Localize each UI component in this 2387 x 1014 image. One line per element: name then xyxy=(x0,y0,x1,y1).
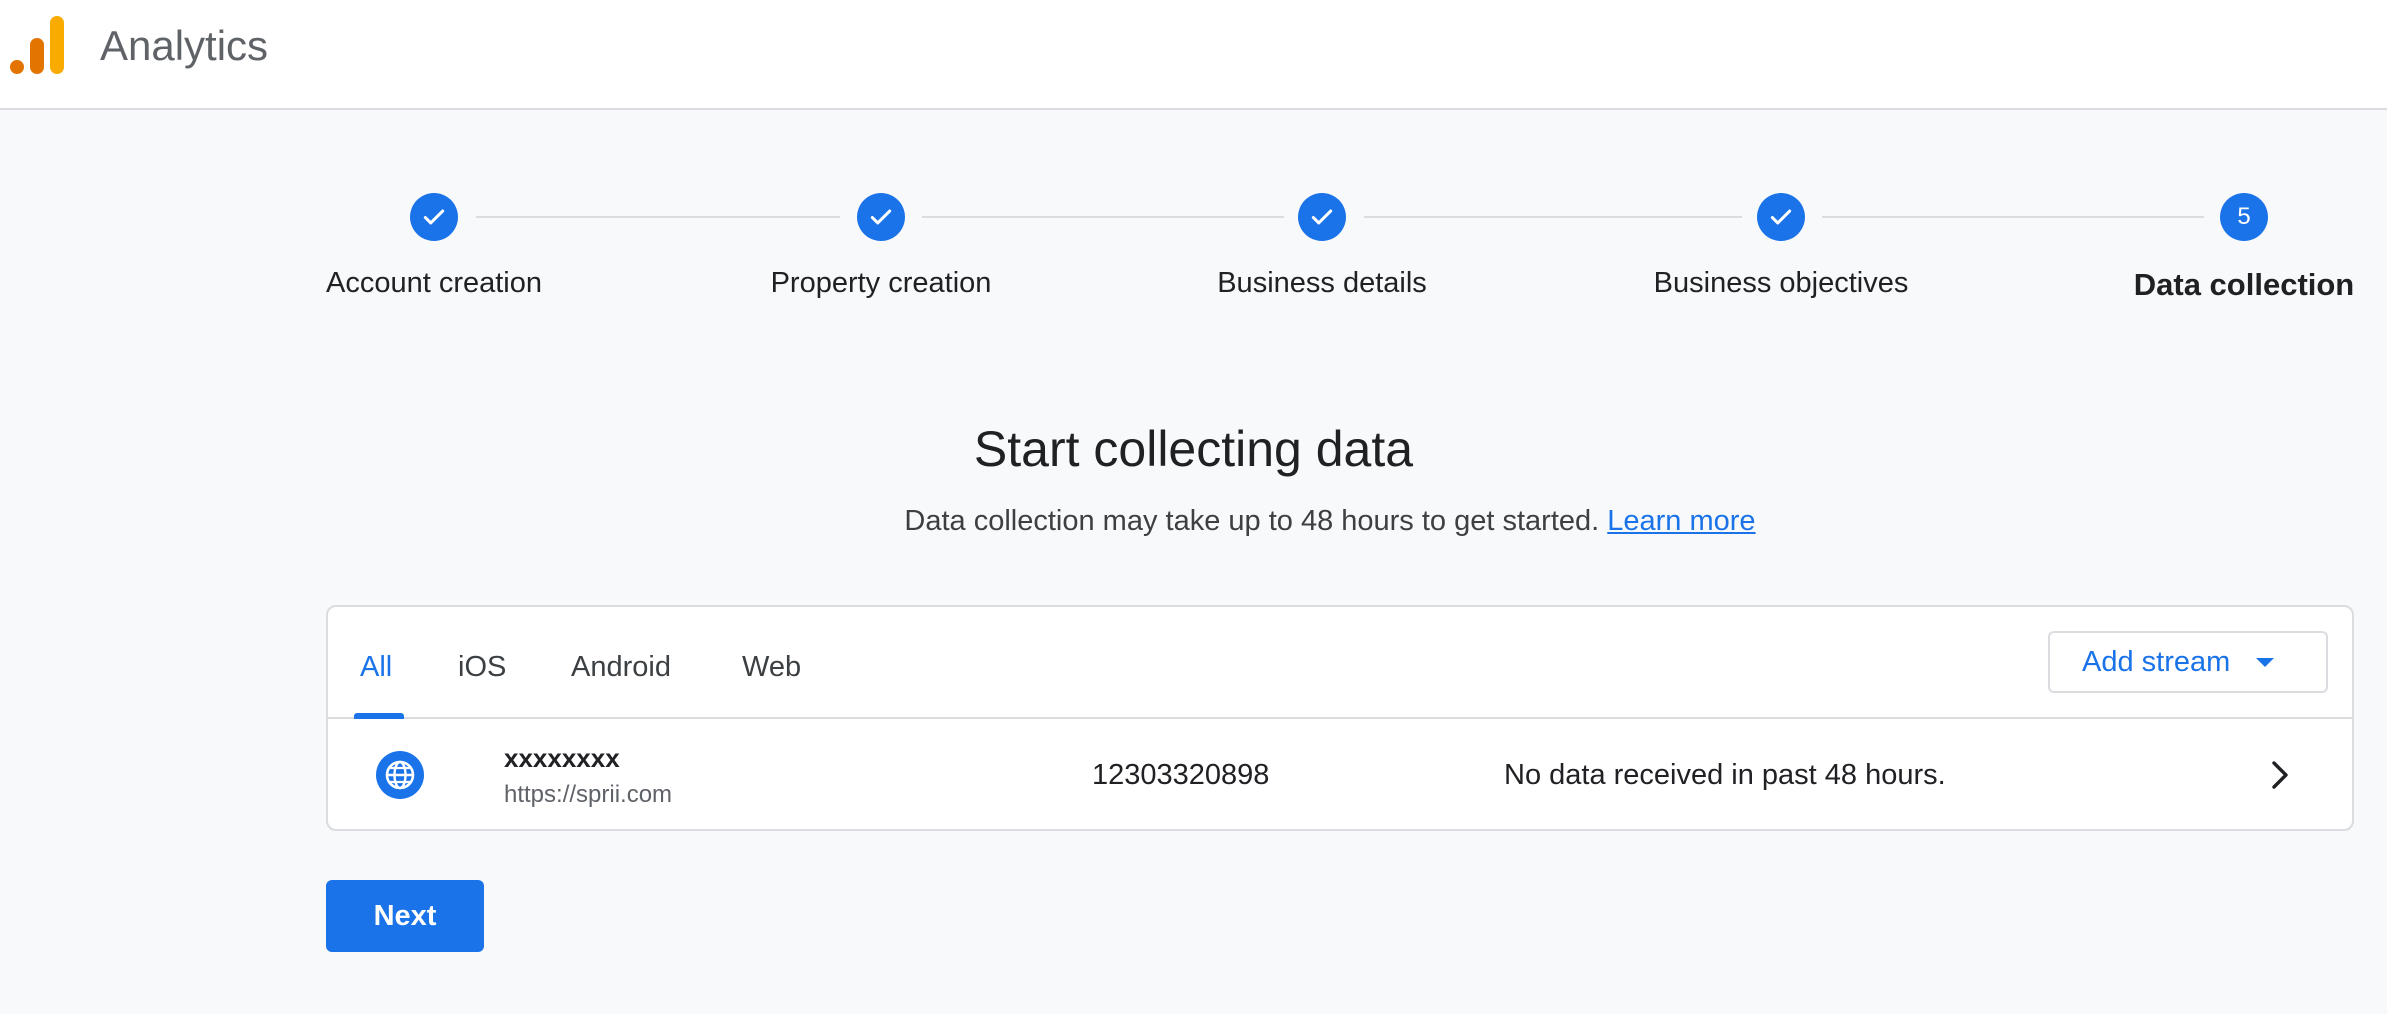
add-stream-label: Add stream xyxy=(2082,645,2231,678)
setup-stepper: Account creation Property creation Busin… xyxy=(300,185,2380,325)
stream-url: https://sprii.com xyxy=(504,781,673,808)
check-icon xyxy=(410,193,458,241)
stream-id: 12303320898 xyxy=(1092,759,1270,791)
tab-ios[interactable]: iOS xyxy=(458,651,506,684)
top-app-bar: Analytics xyxy=(0,0,2387,110)
chevron-right-icon[interactable] xyxy=(2264,757,2294,793)
step-label: Property creation xyxy=(770,267,992,299)
data-streams-card: All iOS Android Web Add stream xxxxxxxx … xyxy=(326,605,2354,831)
check-icon xyxy=(857,193,905,241)
analytics-logo-icon[interactable] xyxy=(10,16,64,76)
tab-android[interactable]: Android xyxy=(571,651,671,684)
tab-label: Android xyxy=(571,651,671,683)
step-number: 5 xyxy=(2220,193,2268,241)
page-title: Start collecting data xyxy=(973,421,1414,477)
page-subtitle: Data collection may take up to 48 hours … xyxy=(0,505,2387,538)
next-label: Next xyxy=(373,899,437,932)
step-label: Account creation xyxy=(325,267,542,299)
dropdown-arrow-icon xyxy=(2256,657,2275,667)
tab-web[interactable]: Web xyxy=(742,651,801,684)
step-label: Data collection xyxy=(2133,267,2355,302)
step-label: Business details xyxy=(1217,267,1427,299)
tab-label: Web xyxy=(742,651,802,683)
stream-row[interactable]: xxxxxxxx https://sprii.com 12303320898 N… xyxy=(328,717,2352,831)
tab-all[interactable]: All xyxy=(360,651,392,684)
stream-status: No data received in past 48 hours. xyxy=(1504,759,1946,791)
tab-label: All xyxy=(360,651,393,683)
step-business-details: Business details xyxy=(1172,185,1472,300)
add-stream-button[interactable]: Add stream xyxy=(2048,631,2328,693)
step-data-collection: 5 Data collection xyxy=(2114,185,2374,303)
step-label: Business objectives xyxy=(1653,267,1909,299)
step-property-creation: Property creation xyxy=(731,185,1031,300)
app-title: Analytics xyxy=(100,22,269,69)
check-icon xyxy=(1757,193,1805,241)
stream-name: xxxxxxxx xyxy=(504,743,620,773)
globe-icon xyxy=(376,751,424,799)
check-icon xyxy=(1298,193,1346,241)
step-business-objectives: Business objectives xyxy=(1631,185,1931,300)
stream-tabs: All iOS Android Web Add stream xyxy=(328,607,2352,719)
step-account-creation: Account creation xyxy=(284,185,584,300)
subtitle-text: Data collection may take up to 48 hours … xyxy=(904,505,1600,537)
learn-more-link[interactable]: Learn more xyxy=(1607,505,1755,537)
next-button[interactable]: Next xyxy=(326,880,484,952)
tab-label: iOS xyxy=(458,651,507,683)
